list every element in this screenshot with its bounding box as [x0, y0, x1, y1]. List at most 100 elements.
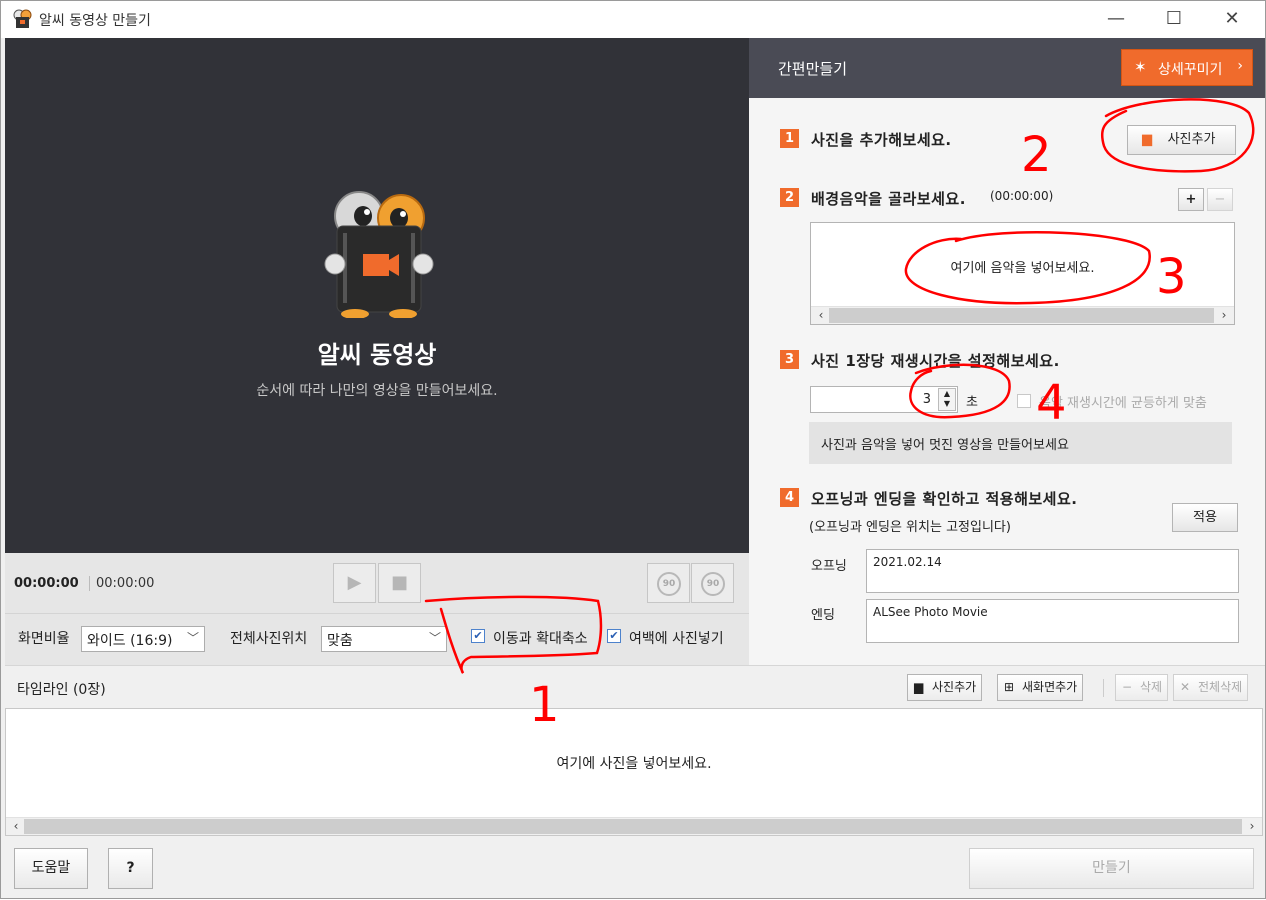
- timeline-add-photo-button[interactable]: ▆ 사진추가: [907, 674, 983, 701]
- margin-photo-label: 여백에 사진넣기: [629, 631, 724, 647]
- easy-make-panel: 간편만들기 ✶ 상세꾸미기 › 1 사진을 추가해보세요. ▆ 사진추가 2 배…: [749, 38, 1265, 665]
- total-time: 00:00:00: [89, 576, 154, 591]
- step3-number: 3: [780, 350, 799, 369]
- preview-app-name: 알씨 동영상: [317, 341, 437, 369]
- step1-number: 1: [780, 129, 799, 148]
- scroll-left-icon[interactable]: ‹: [8, 818, 24, 835]
- minus-icon: −: [1214, 192, 1226, 207]
- magic-wand-icon: ✶: [1134, 58, 1147, 76]
- title-bar: 알씨 동영상 만들기 — ☐ ✕: [1, 1, 1265, 38]
- rotate-right-button[interactable]: 90: [691, 563, 734, 603]
- ending-value: ALSee Photo Movie: [873, 605, 988, 619]
- detail-edit-label: 상세꾸미기: [1158, 62, 1223, 78]
- timeline-drop-message: 여기에 사진을 넣어보세요.: [556, 756, 712, 772]
- question-label: ?: [126, 860, 135, 876]
- help-label: 도움말: [31, 860, 71, 876]
- panel-title: 간편만들기: [778, 60, 848, 78]
- scroll-thumb[interactable]: [24, 819, 1242, 834]
- minimize-button[interactable]: —: [1087, 1, 1145, 38]
- timeline-scrollbar[interactable]: ‹ ›: [6, 817, 1262, 835]
- position-value: 맞춤: [327, 633, 353, 649]
- app-window: 알씨 동영상 만들기 — ☐ ✕ 알씨 동영상 순서에 따라 나만의 영상을 만…: [0, 0, 1266, 899]
- music-drop-message: 여기에 음악을 넣어보세요.: [950, 261, 1095, 276]
- add-music-button[interactable]: +: [1178, 188, 1204, 211]
- make-button[interactable]: 만들기: [969, 848, 1254, 889]
- music-drop-area[interactable]: 여기에 음악을 넣어보세요. ‹ ›: [810, 222, 1235, 325]
- rotate-left-button[interactable]: 90: [647, 563, 690, 603]
- margin-photo-checkbox[interactable]: ✔: [607, 629, 621, 643]
- position-select[interactable]: 맞춤 ﹀: [321, 626, 447, 652]
- timeline-add-photo-label: 사진추가: [932, 680, 977, 694]
- chevron-down-icon: ﹀: [428, 631, 441, 645]
- seconds-input[interactable]: 3: [810, 386, 958, 413]
- opening-label: 오프닝: [811, 559, 847, 574]
- delete-button[interactable]: − 삭제: [1115, 674, 1169, 701]
- add-photo-label: 사진추가: [1167, 132, 1216, 147]
- seconds-stepper[interactable]: ▲ ▼: [938, 388, 956, 411]
- delete-all-label: 전체삭제: [1198, 680, 1243, 694]
- preview-area: 알씨 동영상 순서에 따라 나만의 영상을 만들어보세요.: [5, 38, 749, 553]
- x-icon: ✕: [1180, 680, 1191, 694]
- step4-title: 오프닝과 엔딩을 확인하고 적용해보세요.: [811, 490, 1078, 508]
- step4-note: (오프닝과 엔딩은 위치는 고정입니다): [809, 520, 1011, 535]
- add-screen-button[interactable]: ⊞ 새화면추가: [997, 674, 1084, 701]
- add-photo-icon: ▆: [914, 680, 924, 694]
- close-button[interactable]: ✕: [1203, 1, 1261, 38]
- chevron-right-icon: ›: [1237, 58, 1243, 74]
- question-button[interactable]: ?: [108, 848, 153, 889]
- add-photo-icon: ▆: [1142, 132, 1152, 147]
- make-label: 만들기: [1092, 860, 1131, 876]
- music-scrollbar[interactable]: ‹ ›: [811, 306, 1234, 324]
- stop-button[interactable]: ■: [378, 563, 421, 603]
- ratio-select[interactable]: 와이드 (16:9) ﹀: [81, 626, 205, 652]
- add-screen-icon: ⊞: [1004, 680, 1015, 694]
- stepper-down-icon[interactable]: ▼: [939, 399, 955, 409]
- scroll-right-icon[interactable]: ›: [1216, 307, 1232, 324]
- delete-label: 삭제: [1140, 680, 1163, 694]
- detail-edit-button[interactable]: ✶ 상세꾸미기 ›: [1121, 49, 1253, 86]
- remove-music-button[interactable]: −: [1207, 188, 1233, 211]
- apply-label: 적용: [1193, 510, 1217, 525]
- ratio-label: 화면비율: [18, 631, 70, 647]
- seconds-value: 3: [922, 392, 931, 407]
- chevron-down-icon: ﹀: [186, 631, 199, 645]
- step3-hint-text: 사진과 음악을 넣어 멋진 영상을 만들어보세요: [821, 438, 1069, 453]
- add-screen-label: 새화면추가: [1022, 680, 1078, 694]
- add-photo-button[interactable]: ▆ 사진추가: [1127, 125, 1236, 155]
- stepper-up-icon[interactable]: ▲: [939, 389, 955, 399]
- fit-music-checkbox[interactable]: [1017, 394, 1031, 408]
- ending-label: 엔딩: [811, 608, 835, 623]
- playback-bar: 00:00:00 00:00:00 ▶ ■ 90 90: [5, 553, 749, 613]
- play-icon: ▶: [347, 572, 362, 593]
- step2-title: 배경음악을 골라보세요.: [811, 190, 966, 208]
- ending-field[interactable]: ALSee Photo Movie: [866, 599, 1239, 643]
- scroll-thumb[interactable]: [829, 308, 1214, 323]
- delete-all-button[interactable]: ✕ 전체삭제: [1173, 674, 1249, 701]
- apply-button[interactable]: 적용: [1172, 503, 1238, 532]
- scroll-right-icon[interactable]: ›: [1244, 818, 1260, 835]
- mascot-logo-icon: [324, 191, 434, 318]
- toolbar-divider: [1103, 679, 1104, 697]
- fit-music-label: 음악 재생시간에 균등하게 맞춤: [1039, 396, 1207, 411]
- step2-number: 2: [780, 188, 799, 207]
- timeline-bar: 타임라인 (0장) ▆ 사진추가 ⊞ 새화면추가 − 삭제 ✕ 전체삭제: [5, 665, 1265, 708]
- rotate-left-icon: 90: [657, 572, 681, 596]
- step1-title: 사진을 추가해보세요.: [811, 131, 952, 149]
- bottom-bar: 도움말 ? 만들기: [5, 836, 1265, 898]
- panel-header: 간편만들기 ✶ 상세꾸미기 ›: [749, 38, 1265, 98]
- ratio-value: 와이드 (16:9): [87, 633, 173, 649]
- motion-zoom-checkbox[interactable]: ✔: [471, 629, 485, 643]
- step4-number: 4: [780, 488, 799, 507]
- opening-field[interactable]: 2021.02.14: [866, 549, 1239, 593]
- rotate-right-icon: 90: [701, 572, 725, 596]
- timeline-title: 타임라인 (0장): [17, 682, 106, 698]
- plus-icon: +: [1185, 192, 1197, 207]
- step3-hint: 사진과 음악을 넣어 멋진 영상을 만들어보세요: [809, 422, 1232, 464]
- seconds-unit: 초: [966, 395, 978, 410]
- timeline-drop-area[interactable]: 여기에 사진을 넣어보세요. ‹ ›: [5, 708, 1263, 836]
- scroll-left-icon[interactable]: ‹: [813, 307, 829, 324]
- maximize-button[interactable]: ☐: [1145, 1, 1203, 38]
- play-button[interactable]: ▶: [333, 563, 376, 603]
- help-button[interactable]: 도움말: [14, 848, 88, 889]
- preview-subtitle: 순서에 따라 나만의 영상을 만들어보세요.: [256, 383, 498, 399]
